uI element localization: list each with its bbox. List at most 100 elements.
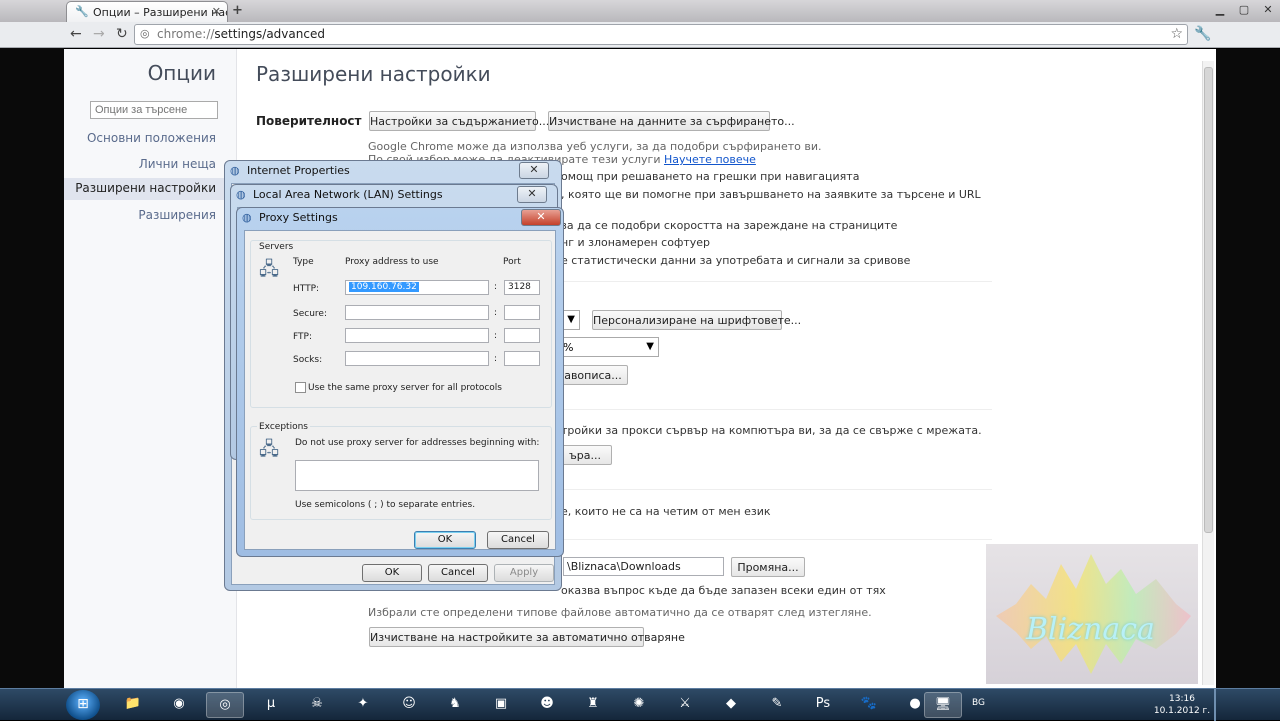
server-icon: 🖧 xyxy=(259,439,280,460)
close-icon[interactable]: ✕ xyxy=(212,5,221,18)
socks-port-input[interactable] xyxy=(504,351,540,366)
page-zoom-select[interactable]: % ▼ xyxy=(558,337,659,357)
url-scheme: chrome:// xyxy=(157,27,215,41)
ask-location-text: оказва въпрос къде да бъде запазен всеки… xyxy=(561,584,886,597)
semicolon-hint: Use semicolons ( ; ) to separate entries… xyxy=(295,500,476,510)
chevron-down-icon: ▼ xyxy=(567,314,575,325)
reload-icon[interactable]: ↻ xyxy=(116,26,128,42)
port-column-header: Port xyxy=(503,257,521,267)
search-input[interactable] xyxy=(90,101,218,119)
language-indicator[interactable]: BG xyxy=(972,698,985,708)
socks-address-input[interactable] xyxy=(345,351,489,366)
firefox-icon[interactable]: ◉ xyxy=(160,692,198,718)
clock-time: 13:16 xyxy=(1169,694,1195,704)
new-tab-button[interactable]: + xyxy=(232,3,243,18)
game-icon[interactable]: ♞ xyxy=(436,692,474,718)
ftp-address-input[interactable] xyxy=(345,328,489,343)
close-window-button[interactable]: ✕ xyxy=(1256,0,1280,20)
type-column-header: Type xyxy=(293,257,314,267)
reset-auto-open-button[interactable]: Изчистване на настройките за автоматично… xyxy=(369,627,685,647)
sidebar-item-extensions[interactable]: Разширения xyxy=(138,208,216,222)
downloads-location-field[interactable]: \Bliznaca\Downloads xyxy=(563,557,724,576)
http-address-value: 109.160.76.32 xyxy=(349,282,419,292)
taskbar: ⊞ 📁 ◉ ◎ µ ☠ ✦ ☺ ♞ ▣ ☻ ♜ ✺ ⚔ ◆ ✎ Ps 🐾 ● 🖥… xyxy=(0,688,1280,721)
photoshop-icon[interactable]: Ps xyxy=(804,692,842,718)
pen-icon[interactable]: ✎ xyxy=(758,692,796,718)
change-downloads-button[interactable]: Промяна... xyxy=(731,557,805,577)
game-icon[interactable]: ☺ xyxy=(390,692,428,718)
secure-port-input[interactable] xyxy=(504,305,540,320)
translate-text: е, които не са на четим от мен език xyxy=(561,505,771,518)
internet-options-icon[interactable]: 🖥 xyxy=(924,692,962,718)
exceptions-textarea[interactable] xyxy=(295,460,539,491)
cube-icon[interactable]: ◆ xyxy=(712,692,750,718)
forward-arrow-icon[interactable]: → xyxy=(93,26,105,42)
start-button[interactable]: ⊞ xyxy=(66,690,100,720)
close-button[interactable]: ✕ xyxy=(521,209,561,226)
back-arrow-icon[interactable]: ← xyxy=(70,26,82,42)
game-icon[interactable]: ✺ xyxy=(620,692,658,718)
settings-sidebar: Опции Основни положения Лични неща Разши… xyxy=(64,49,237,688)
http-address-input[interactable]: 109.160.76.32 xyxy=(345,280,489,295)
sidebar-item-basics[interactable]: Основни положения xyxy=(87,131,216,145)
game-icon[interactable]: ♜ xyxy=(574,692,612,718)
address-bar[interactable]: ◎ chrome://settings/advanced ☆ xyxy=(134,24,1188,45)
ftp-label: FTP: xyxy=(293,332,312,342)
ftp-port-input[interactable] xyxy=(504,328,540,343)
internet-globe-icon: ◍ xyxy=(236,188,246,201)
content-settings-button[interactable]: Настройки за съдържанието... xyxy=(369,111,549,131)
bookmark-star-icon[interactable]: ☆ xyxy=(1170,26,1183,42)
right-desktop-edge xyxy=(1216,49,1280,688)
change-proxy-button[interactable]: ъра... xyxy=(558,445,612,465)
google-services-text: Google Chrome може да използва уеб услуг… xyxy=(368,140,822,153)
secure-label: Secure: xyxy=(293,309,327,319)
learn-more-link[interactable]: Научете повече xyxy=(664,153,756,166)
skyrim-icon[interactable]: ✦ xyxy=(344,692,382,718)
wrench-menu-icon[interactable]: 🔧 xyxy=(1194,26,1211,42)
game-icon[interactable]: ▣ xyxy=(482,692,520,718)
proxy-settings-dialog: ◍ Proxy Settings ✕ Servers 🖧 Type Proxy … xyxy=(236,207,564,557)
cancel-button[interactable]: Cancel xyxy=(428,564,488,582)
close-button[interactable]: ✕ xyxy=(517,186,547,203)
tab-title: Опции – Разширени настр xyxy=(93,6,227,19)
minimize-button[interactable]: ▁ xyxy=(1208,0,1232,20)
privacy-option-line: , която ще ви помогне при завършването н… xyxy=(561,188,981,201)
proxy-settings-body: Servers 🖧 Type Proxy address to use Port… xyxy=(244,230,556,550)
left-desktop-edge xyxy=(0,22,64,688)
zoom-value: % xyxy=(563,341,574,354)
explorer-icon[interactable]: 📁 xyxy=(114,692,152,718)
same-proxy-checkbox[interactable] xyxy=(295,382,306,393)
ok-button[interactable]: OK xyxy=(414,531,476,549)
exceptions-label: Exceptions xyxy=(257,422,310,432)
close-button[interactable]: ✕ xyxy=(519,162,549,179)
scrollbar-thumb[interactable] xyxy=(1204,67,1213,533)
http-port-input[interactable]: 3128 xyxy=(504,280,540,295)
clear-browsing-data-button[interactable]: Изчистване на данните за сърфирането... xyxy=(548,111,795,131)
privacy-option-line: е статистически данни за употребата и си… xyxy=(561,254,911,267)
sidebar-item-personal[interactable]: Лични неща xyxy=(139,157,216,171)
address-column-header: Proxy address to use xyxy=(345,257,439,267)
internet-properties-title: Internet Properties xyxy=(247,164,350,177)
sidebar-item-advanced[interactable]: Разширени настройки xyxy=(64,178,236,200)
tab-settings[interactable]: 🔧 Опции – Разширени настр ✕ xyxy=(66,1,228,22)
tab-strip: 🔧 Опции – Разширени настр ✕ + ▁ ▢ ✕ xyxy=(0,0,1280,22)
apply-button[interactable]: Apply xyxy=(494,564,554,582)
customize-fonts-button[interactable]: Персонализиране на шрифтовете... xyxy=(592,310,801,330)
game-icon[interactable]: ☠ xyxy=(298,692,336,718)
game-icon[interactable]: ⚔ xyxy=(666,692,704,718)
secure-address-input[interactable] xyxy=(345,305,489,320)
exceptions-description: Do not use proxy server for addresses be… xyxy=(295,438,540,448)
utorrent-icon[interactable]: µ xyxy=(252,692,290,718)
show-desktop-button[interactable] xyxy=(1214,689,1216,721)
maximize-button[interactable]: ▢ xyxy=(1232,0,1256,20)
chrome-icon[interactable]: ◎ xyxy=(206,692,244,718)
colon: : xyxy=(494,308,498,318)
clock[interactable]: 13:16 10.1.2012 г. xyxy=(1152,693,1212,717)
spellcheck-button[interactable]: авописа... xyxy=(558,365,628,385)
page-title: Разширени настройки xyxy=(256,62,491,86)
browser-toolbar: ← → ↻ ◎ chrome://settings/advanced ☆ 🔧 xyxy=(0,22,1280,48)
cancel-button[interactable]: Cancel xyxy=(487,531,549,549)
paw-icon[interactable]: 🐾 xyxy=(850,692,888,718)
ok-button[interactable]: OK xyxy=(362,564,422,582)
game-icon[interactable]: ☻ xyxy=(528,692,566,718)
